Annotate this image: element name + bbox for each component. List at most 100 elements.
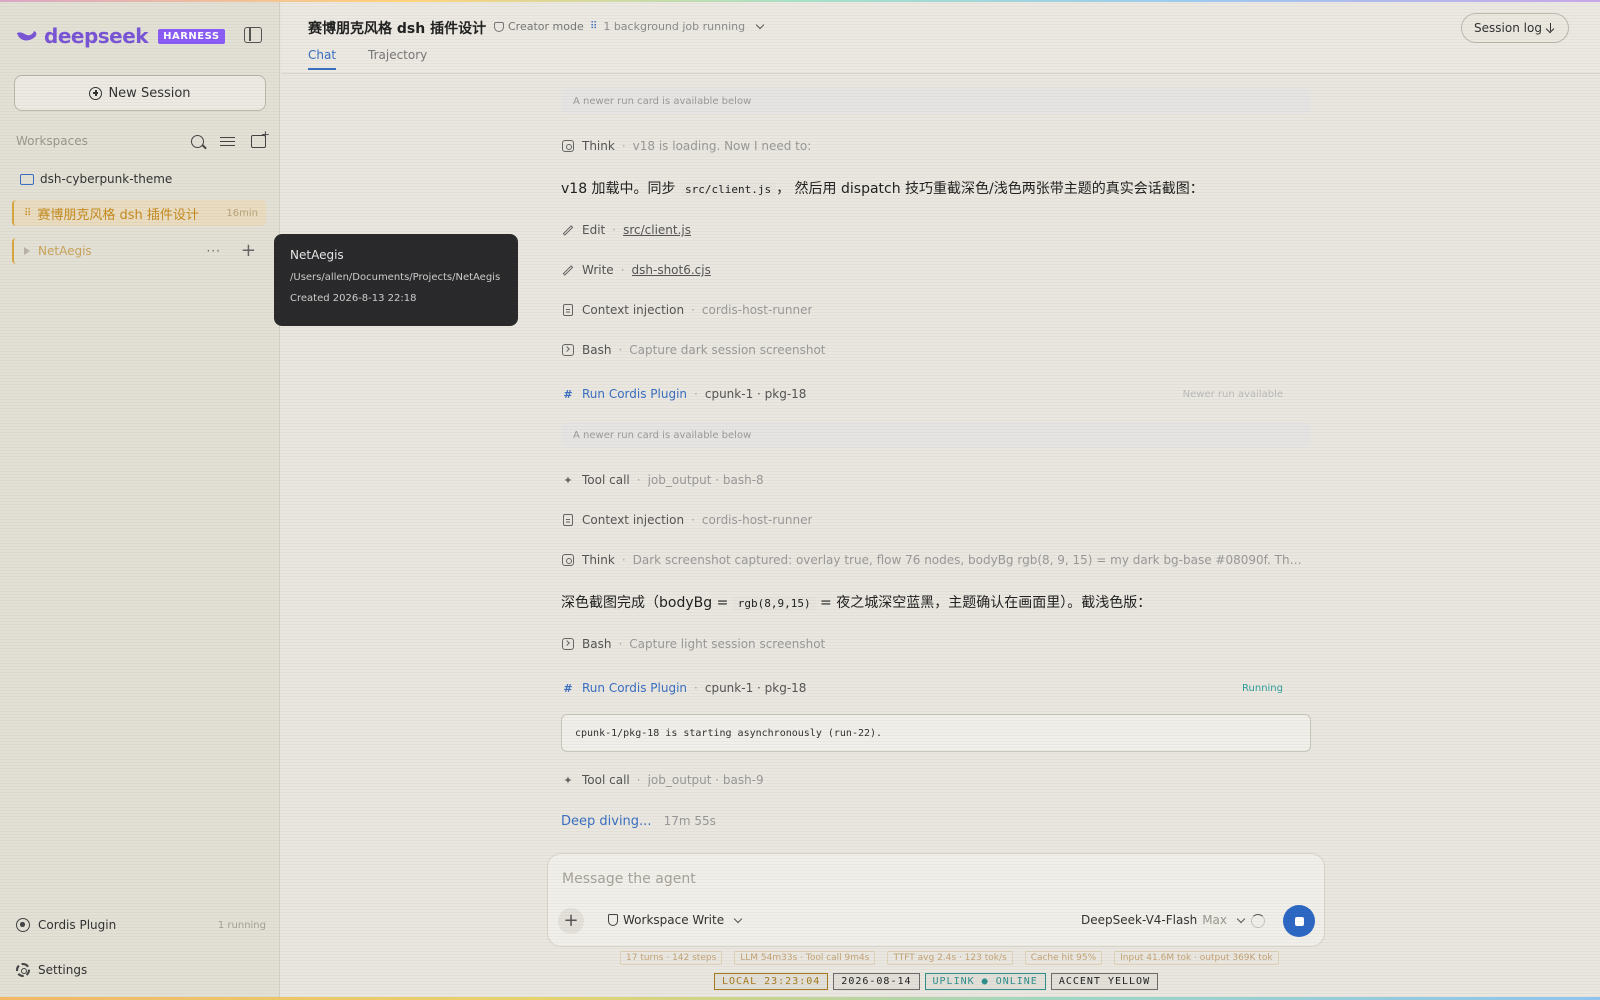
loading-spinner-icon: [1251, 914, 1265, 928]
hud-local-time: LOCAL 23:23:04: [714, 973, 829, 990]
page-title: 赛博朋克风格 dsh 插件设计: [308, 21, 487, 37]
message-text: 深色截图完成（bodyBg =: [561, 595, 733, 611]
terminal-icon: [561, 343, 575, 357]
workspaces-title: Workspaces: [16, 134, 88, 148]
step-detail: v18 is loading. Now I need to:: [632, 139, 812, 153]
run-status: Running: [1242, 682, 1283, 694]
add-session-icon[interactable]: +: [241, 242, 256, 260]
whale-logo-icon: [17, 31, 37, 41]
tooltip-created: Created 2026-8-13 22:18: [290, 293, 417, 304]
step-context-injection[interactable]: Context injection · cordis-host-runner: [561, 510, 1311, 530]
step-tool-call[interactable]: ✦ Tool call · job_output · bash-9: [561, 770, 1311, 790]
session-log-button[interactable]: Session log: [1461, 13, 1569, 43]
step-label: Context injection: [582, 513, 685, 527]
model-effort: Max: [1202, 913, 1228, 927]
message-text: = 夜之城深空蓝黑，主题确认在画面里）。截浅色版：: [815, 595, 1152, 611]
pencil-icon: [561, 263, 575, 277]
step-label: Run Cordis Plugin: [582, 387, 688, 401]
stat-tokens: Input 41.6M tok · output 369K tok: [1114, 951, 1279, 965]
file-link[interactable]: dsh-shot6.cjs: [632, 263, 711, 277]
think-icon: [561, 553, 575, 567]
step-run-plugin[interactable]: # Run Cordis Plugin · cpunk-1 · pkg-18 R…: [561, 678, 1311, 698]
attach-plus-button[interactable]: +: [558, 908, 584, 934]
file-link[interactable]: src/client.js: [623, 223, 691, 237]
status-hud: LOCAL 23:23:04 2026-08-14 UPLINK ● ONLIN…: [714, 973, 1159, 990]
tab-trajectory[interactable]: Trajectory: [368, 48, 427, 68]
chat-transcript[interactable]: A newer run card is available below Thin…: [561, 74, 1311, 834]
filter-icon[interactable]: [220, 135, 235, 148]
newer-run-banner: A newer run card is available below: [561, 422, 1311, 448]
step-detail: job_output · bash-8: [647, 473, 764, 487]
sparkle-icon: ✦: [563, 473, 573, 487]
background-jobs-dropdown[interactable]: ⠿ 1 background job running: [590, 20, 765, 33]
step-bash[interactable]: Bash · Capture dark session screenshot: [561, 340, 1311, 360]
folder-icon: [20, 173, 34, 185]
newer-run-banner: A newer run card is available below: [561, 88, 1311, 114]
model-dropdown[interactable]: DeepSeek-V4-Flash Max: [1081, 913, 1246, 927]
step-write[interactable]: Write · dsh-shot6.cjs: [561, 260, 1311, 280]
step-detail: job_output · bash-9: [647, 773, 764, 787]
sidebar-toggle-icon[interactable]: [244, 27, 262, 43]
top-accent-strip: [0, 0, 1600, 2]
step-tool-call[interactable]: ✦ Tool call · job_output · bash-8: [561, 470, 1311, 490]
step-label: Edit: [582, 223, 606, 237]
cordis-plugin-item[interactable]: Cordis Plugin 1 running: [16, 918, 266, 932]
message-text: ， 然后用 dispatch 技巧重截深色/浅色两张带主题的真实会话截图：: [776, 181, 1204, 197]
expand-caret-icon[interactable]: [24, 247, 30, 255]
step-label: Tool call: [582, 473, 630, 487]
plugin-icon: [16, 918, 30, 932]
gear-icon: [16, 963, 30, 977]
deep-diving-time: 17m 55s: [663, 814, 716, 828]
step-separator: ·: [691, 513, 695, 527]
search-icon[interactable]: [191, 134, 204, 148]
workspace-folder[interactable]: dsh-cyberpunk-theme: [12, 166, 266, 192]
add-folder-icon[interactable]: [251, 128, 270, 148]
active-session-item[interactable]: ⠿ 赛博朋克风格 dsh 插件设计 16min: [12, 200, 266, 226]
step-separator: ·: [621, 139, 626, 153]
creator-mode[interactable]: Creator mode: [494, 20, 584, 33]
inline-code: src/client.js: [680, 182, 777, 197]
project-item-netaegis[interactable]: NetAegis ··· +: [12, 238, 266, 264]
session-running-icon: ⠿: [24, 207, 32, 219]
jobs-grid-icon: ⠿: [590, 21, 598, 32]
step-separator: ·: [618, 343, 623, 357]
step-label: Tool call: [582, 773, 630, 787]
plugin-status: 1 running: [217, 919, 266, 931]
step-label: Context injection: [582, 303, 685, 317]
download-icon: [1546, 23, 1556, 33]
hash-icon: #: [563, 387, 573, 401]
creator-icon: [494, 21, 504, 32]
settings-item[interactable]: Settings: [16, 963, 87, 977]
step-label: Bash: [582, 637, 612, 651]
active-session-title: 赛博朋克风格 dsh 插件设计: [37, 207, 199, 223]
session-stats: 17 turns · 142 steps LLM 54m33s · Tool c…: [620, 951, 1279, 965]
hud-accent: ACCENT YELLOW: [1050, 973, 1159, 990]
uplink-state: ONLINE: [995, 976, 1038, 987]
settings-label: Settings: [38, 963, 88, 977]
stop-button[interactable]: [1283, 905, 1315, 937]
step-bash[interactable]: Bash · Capture light session screenshot: [561, 634, 1311, 654]
step-label: Run Cordis Plugin: [582, 681, 688, 695]
active-session-age: 16min: [226, 207, 258, 219]
stat-turns: 17 turns · 142 steps: [620, 951, 723, 965]
tab-chat[interactable]: Chat: [308, 48, 337, 70]
step-think[interactable]: Think · v18 is loading. Now I need to:: [561, 136, 1311, 156]
workspaces-header: Workspaces: [16, 128, 270, 150]
step-edit[interactable]: Edit · src/client.js: [561, 220, 1311, 240]
step-label: Write: [582, 263, 614, 277]
step-think[interactable]: Think · Dark screenshot captured: overla…: [561, 550, 1306, 570]
message-input[interactable]: [562, 868, 1302, 890]
sparkle-icon: ✦: [563, 773, 573, 787]
step-run-plugin[interactable]: # Run Cordis Plugin · cpunk-1 · pkg-18 N…: [561, 384, 1311, 404]
step-context-injection[interactable]: Context injection · cordis-host-runner: [561, 300, 1311, 320]
step-separator: ·: [694, 387, 698, 401]
document-icon: [561, 513, 575, 527]
sidebar: deepseek HARNESS New Session Workspaces …: [0, 0, 280, 1000]
plus-circle-icon: [89, 86, 103, 100]
chevron-down-icon: [1236, 914, 1246, 923]
permission-dropdown[interactable]: Workspace Write: [608, 913, 743, 927]
top-bar: 赛博朋克风格 dsh 插件设计 Creator mode ⠿ 1 backgro…: [281, 0, 1600, 74]
new-session-button[interactable]: New Session: [14, 75, 266, 111]
step-detail: Capture light session screenshot: [629, 637, 826, 651]
more-options-icon[interactable]: ···: [206, 244, 220, 258]
